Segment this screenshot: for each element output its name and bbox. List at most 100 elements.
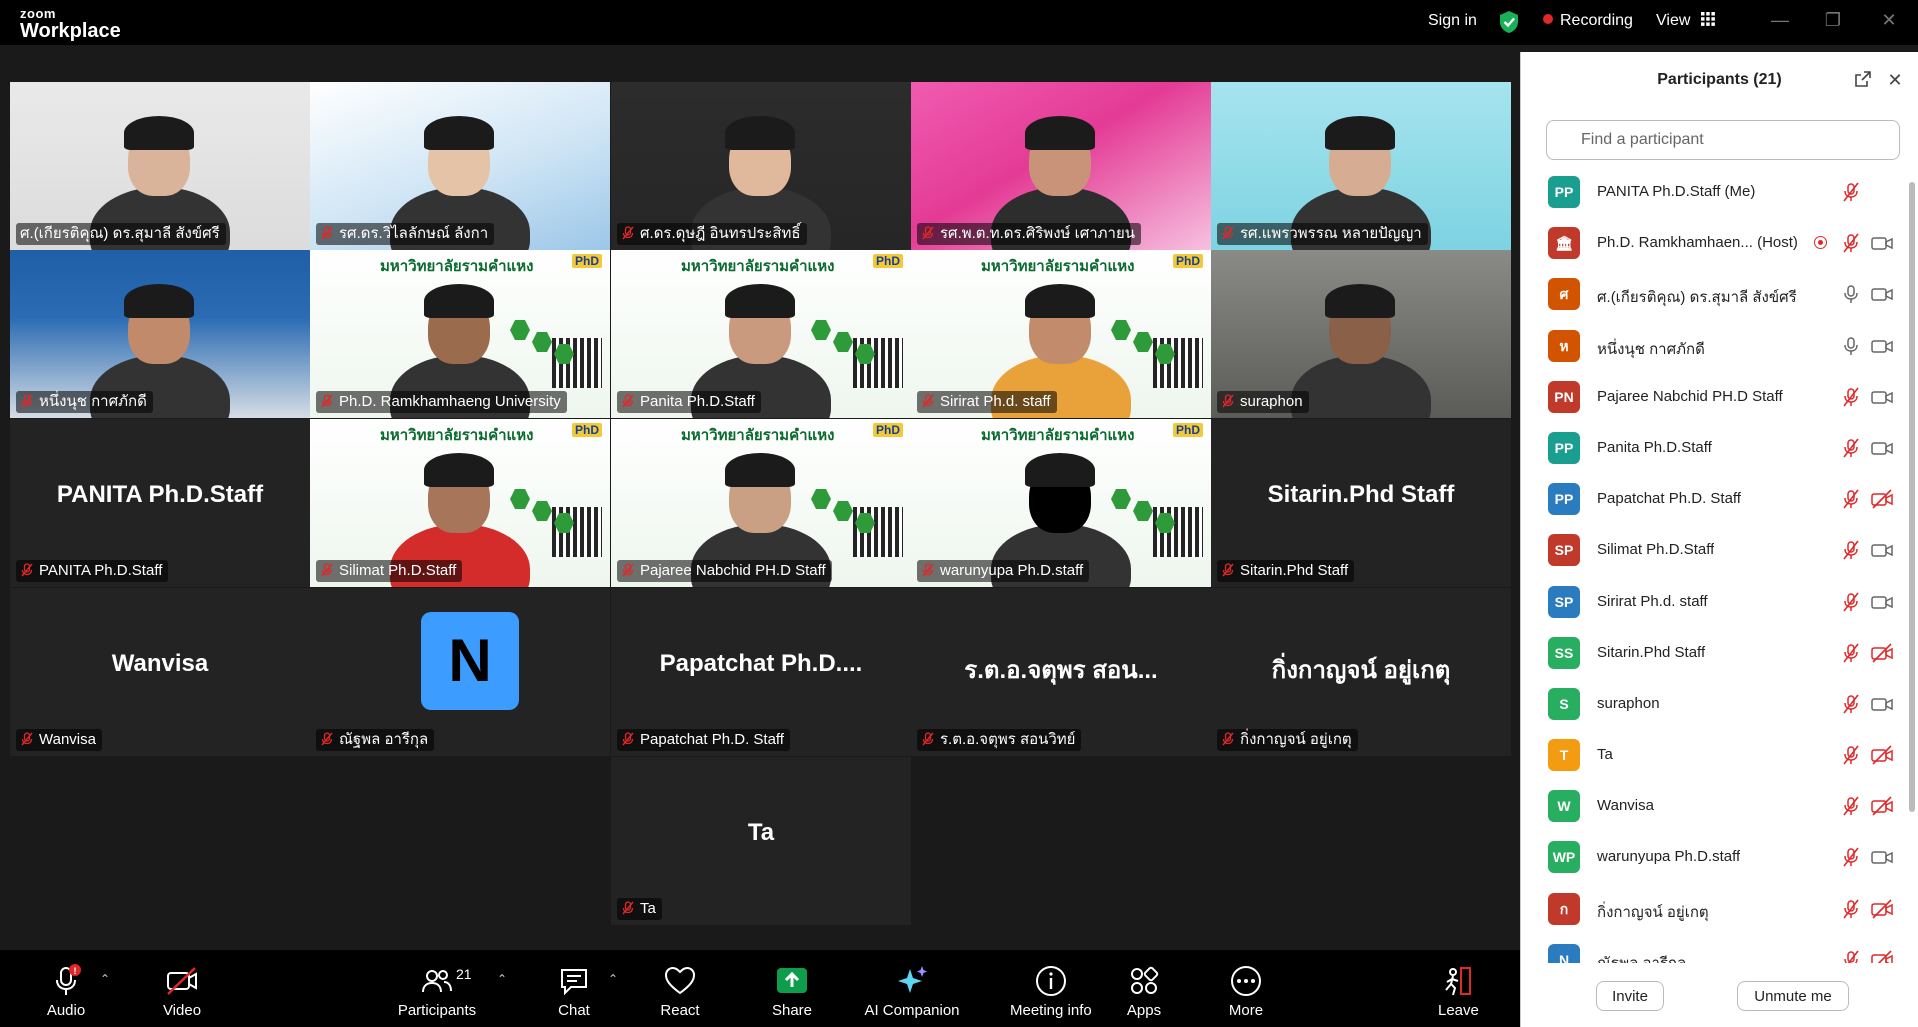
video-tile[interactable]: suraphon bbox=[1211, 250, 1511, 418]
share-button[interactable]: Share bbox=[770, 964, 814, 1019]
video-tile[interactable]: ศ.ดร.ดุษฎี อินทรประสิทธิ์ bbox=[611, 82, 911, 250]
chat-button[interactable]: Chat bbox=[554, 964, 594, 1019]
camera-on-icon[interactable] bbox=[1871, 233, 1893, 253]
participant-row[interactable]: ศ ศ.(เกียรติคุณ) ดร.สุมาลี สังข์ศรี bbox=[1521, 270, 1906, 321]
encryption-shield-icon[interactable] bbox=[1498, 10, 1520, 34]
participant-row[interactable]: W Wanvisa bbox=[1521, 782, 1906, 833]
mic-on-icon[interactable] bbox=[1841, 284, 1861, 304]
participant-row[interactable]: WP warunyupa Ph.D.staff bbox=[1521, 833, 1906, 884]
minimize-icon[interactable]: — bbox=[1765, 10, 1795, 34]
video-tile[interactable]: มหาวิทยาลัยรามคำแหง PhD Panita Ph.D.Staff bbox=[611, 250, 911, 418]
camera-on-icon[interactable] bbox=[1871, 592, 1893, 612]
camera-on-icon[interactable] bbox=[1871, 284, 1893, 304]
participant-row[interactable]: N ณัฐพล อารีกุล bbox=[1521, 936, 1906, 963]
camera-off-icon[interactable] bbox=[1871, 950, 1893, 963]
participant-row[interactable]: SP Silimat Ph.D.Staff bbox=[1521, 526, 1906, 577]
chat-options-caret-icon[interactable]: ⌃ bbox=[608, 972, 618, 986]
person-hair bbox=[725, 453, 795, 487]
participant-row[interactable]: 🏛 Ph.D. Ramkhamhaen... (Host) bbox=[1521, 219, 1906, 270]
mic-muted-icon[interactable] bbox=[1841, 489, 1861, 509]
mic-muted-icon[interactable] bbox=[1841, 847, 1861, 867]
audio-button[interactable]: ! Audio bbox=[44, 964, 88, 1019]
camera-on-icon[interactable] bbox=[1871, 336, 1893, 356]
video-tile[interactable]: Sitarin.Phd Staff Sitarin.Phd Staff bbox=[1211, 419, 1511, 587]
panel-scrollbar[interactable] bbox=[1909, 182, 1915, 812]
video-tile[interactable]: หนึ่งนุช กาศภักดี bbox=[10, 250, 310, 418]
maximize-icon[interactable]: ❐ bbox=[1818, 10, 1848, 34]
sign-in-button[interactable]: Sign in bbox=[1428, 12, 1477, 30]
apps-button[interactable]: Apps bbox=[1124, 964, 1164, 1019]
camera-on-icon[interactable] bbox=[1871, 847, 1893, 867]
tile-name-label: PANITA Ph.D.Staff bbox=[16, 560, 169, 582]
participant-row[interactable]: SS Sitarin.Phd Staff bbox=[1521, 629, 1906, 680]
mic-muted-icon[interactable] bbox=[1841, 540, 1861, 560]
video-tile[interactable]: มหาวิทยาลัยรามคำแหง PhD Sirirat Ph.d. staf… bbox=[911, 250, 1211, 418]
participant-row[interactable]: PP Papatchat Ph.D. Staff bbox=[1521, 475, 1906, 526]
video-button[interactable]: Video bbox=[160, 964, 204, 1019]
leave-button[interactable]: Leave bbox=[1438, 964, 1479, 1019]
unmute-me-button[interactable]: Unmute me bbox=[1737, 981, 1849, 1011]
mic-muted-icon[interactable] bbox=[1841, 182, 1861, 202]
camera-on-icon[interactable] bbox=[1871, 438, 1893, 458]
video-tile[interactable]: ศ.(เกียรติคุณ) ดร.สุมาลี สังข์ศรี bbox=[10, 82, 310, 250]
more-button[interactable]: More bbox=[1226, 964, 1266, 1019]
meeting-info-button[interactable]: Meeting info bbox=[1010, 964, 1092, 1019]
recording-indicator[interactable]: Recording bbox=[1543, 12, 1633, 30]
pop-out-icon[interactable] bbox=[1853, 70, 1873, 90]
mic-muted-icon[interactable] bbox=[1841, 643, 1861, 663]
meeting-info-label: Meeting info bbox=[1010, 1002, 1092, 1019]
participants-options-caret-icon[interactable]: ⌃ bbox=[497, 972, 507, 986]
video-tile[interactable]: Wanvisa Wanvisa bbox=[10, 588, 310, 756]
camera-on-icon[interactable] bbox=[1871, 387, 1893, 407]
camera-on-icon[interactable] bbox=[1871, 694, 1893, 714]
camera-off-icon[interactable] bbox=[1871, 643, 1893, 663]
participant-row[interactable]: PP PANITA Ph.D.Staff (Me) bbox=[1521, 168, 1906, 219]
camera-off-icon[interactable] bbox=[1871, 489, 1893, 509]
video-tile[interactable]: มหาวิทยาลัยรามคำแหง PhD Pajaree Nabchid PH… bbox=[611, 419, 911, 587]
muted-mic-icon bbox=[622, 901, 634, 915]
camera-off-icon[interactable] bbox=[1871, 899, 1893, 919]
mic-muted-icon[interactable] bbox=[1841, 387, 1861, 407]
participant-row[interactable]: ก กิ่งกาญจน์ อยู่เกตุ bbox=[1521, 885, 1906, 936]
participant-row[interactable]: SP Sirirat Ph.d. staff bbox=[1521, 578, 1906, 629]
video-tile[interactable]: รศ.ดร.วิไลลักษณ์ ลังกา bbox=[310, 82, 610, 250]
camera-off-icon[interactable] bbox=[1871, 796, 1893, 816]
tile-name-text: กิ่งกาญจน์ อยู่เกตุ bbox=[1240, 731, 1352, 748]
video-tile[interactable]: Ta Ta bbox=[611, 757, 911, 925]
window-close-icon[interactable]: ✕ bbox=[1874, 10, 1904, 34]
invite-button[interactable]: Invite bbox=[1596, 981, 1664, 1011]
video-tile[interactable]: มหาวิทยาลัยรามคำแหง PhD Silimat Ph.D.Staff bbox=[310, 419, 610, 587]
mic-muted-icon[interactable] bbox=[1841, 899, 1861, 919]
participant-row[interactable]: Ssuraphon bbox=[1521, 680, 1906, 731]
video-tile[interactable]: มหาวิทยาลัยรามคำแหง PhD warunyupa Ph.D.sta… bbox=[911, 419, 1211, 587]
tile-display-name: PANITA Ph.D.Staff bbox=[56, 481, 264, 508]
mic-muted-icon[interactable] bbox=[1841, 233, 1861, 253]
video-tile[interactable]: Papatchat Ph.D.... Papatchat Ph.D. Staff bbox=[611, 588, 911, 756]
video-tile[interactable]: มหาวิทยาลัยรามคำแหง PhD Ph.D. Ramkhamhaeng… bbox=[310, 250, 610, 418]
participant-search-input[interactable] bbox=[1546, 120, 1900, 160]
mic-muted-icon[interactable] bbox=[1841, 745, 1861, 765]
mic-muted-icon[interactable] bbox=[1841, 694, 1861, 714]
mic-muted-icon[interactable] bbox=[1841, 438, 1861, 458]
video-tile[interactable]: PANITA Ph.D.Staff PANITA Ph.D.Staff bbox=[10, 419, 310, 587]
participant-row[interactable]: ห หนึ่งนุช กาศภักดี bbox=[1521, 322, 1906, 373]
camera-on-icon[interactable] bbox=[1871, 540, 1893, 560]
close-panel-icon[interactable]: ✕ bbox=[1885, 70, 1905, 90]
ai-companion-button[interactable]: AI Companion bbox=[862, 964, 962, 1019]
participant-row[interactable]: PN Pajaree Nabchid PH.D Staff bbox=[1521, 373, 1906, 424]
mic-muted-icon[interactable] bbox=[1841, 796, 1861, 816]
participant-row[interactable]: T Ta bbox=[1521, 731, 1906, 782]
mic-on-icon[interactable] bbox=[1841, 336, 1861, 356]
view-button[interactable]: View bbox=[1656, 12, 1715, 30]
mic-muted-icon[interactable] bbox=[1841, 950, 1861, 963]
video-tile[interactable]: กิ่งกาญจน์ อยู่เกตุ กิ่งกาญจน์ อยู่เกตุ bbox=[1211, 588, 1511, 756]
participant-row[interactable]: PP Panita Ph.D.Staff bbox=[1521, 424, 1906, 475]
react-button[interactable]: React bbox=[660, 964, 700, 1019]
video-tile[interactable]: รศ.แพรวพรรณ หลายปัญญา bbox=[1211, 82, 1511, 250]
camera-off-icon[interactable] bbox=[1871, 745, 1893, 765]
mic-muted-icon[interactable] bbox=[1841, 592, 1861, 612]
video-tile[interactable]: ร.ต.อ.จตุพร สอน... ร.ต.อ.จตุพร สอนวิทย์ bbox=[911, 588, 1211, 756]
video-tile[interactable]: รศ.พ.ต.ท.ดร.ศิริพงษ์ เศาภายน bbox=[911, 82, 1211, 250]
video-tile[interactable]: N ณัฐพล อารีกุล bbox=[310, 588, 610, 756]
audio-options-caret-icon[interactable]: ⌃ bbox=[100, 972, 110, 986]
